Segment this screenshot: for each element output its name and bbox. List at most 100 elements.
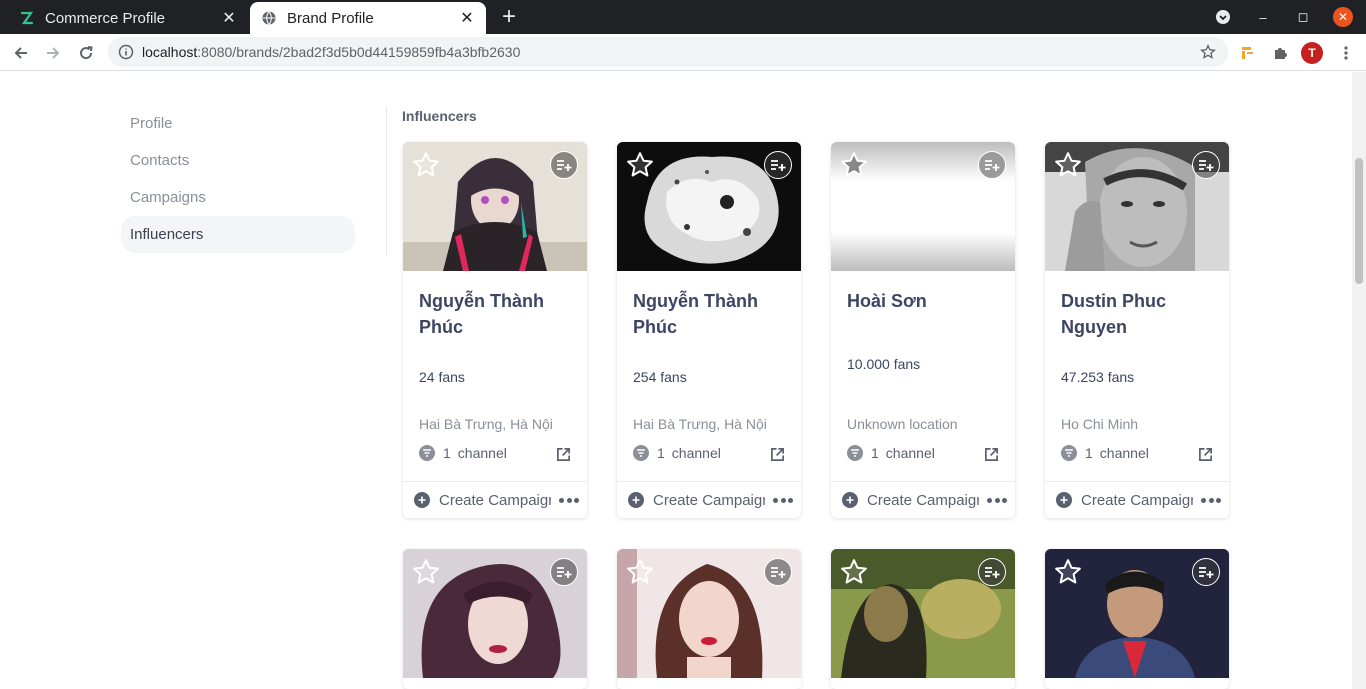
add-to-list-icon[interactable] xyxy=(978,151,1006,179)
url-path: :8080/brands/2bad2f3d5b0d44159859fb4a3bf… xyxy=(197,44,521,60)
favorite-star-icon[interactable] xyxy=(625,150,655,180)
create-campaign-button[interactable]: Create Campaign xyxy=(867,492,979,509)
address-bar[interactable]: localhost:8080/brands/2bad2f3d5b0d441598… xyxy=(108,37,1228,67)
profile-sidebar: Profile Contacts Campaigns Influencers xyxy=(121,105,355,253)
influencer-photo[interactable] xyxy=(617,142,801,271)
influencer-photo[interactable] xyxy=(1045,549,1229,678)
influencer-card[interactable] xyxy=(831,549,1015,689)
favorite-star-icon[interactable] xyxy=(411,557,441,587)
add-to-list-icon[interactable] xyxy=(1192,151,1220,179)
channel-count: 1 xyxy=(657,445,665,461)
influencer-photo[interactable] xyxy=(831,142,1015,271)
create-campaign-button[interactable]: Create Campaign xyxy=(653,492,765,509)
external-link-icon[interactable] xyxy=(770,447,785,462)
tab-search-icon[interactable] xyxy=(1211,6,1235,28)
channel-label: channel xyxy=(885,445,935,461)
tab-title: Brand Profile xyxy=(287,9,374,27)
plus-circle-icon[interactable] xyxy=(1056,492,1072,508)
card-footer: Create Campaign xyxy=(1045,481,1229,518)
close-icon[interactable]: ✕ xyxy=(220,9,238,27)
reload-icon[interactable] xyxy=(73,40,99,66)
channel-label: channel xyxy=(1099,445,1149,461)
external-link-icon[interactable] xyxy=(1198,447,1213,462)
card-footer: Create Campaign xyxy=(617,481,801,518)
minimize-icon[interactable]: – xyxy=(1251,6,1275,28)
sidebar-divider xyxy=(386,106,387,256)
more-options-icon[interactable] xyxy=(987,493,1007,507)
plus-circle-icon[interactable] xyxy=(628,492,644,508)
sidebar-item-contacts[interactable]: Contacts xyxy=(121,142,355,179)
more-options-icon[interactable] xyxy=(559,493,579,507)
sidebar-item-influencers[interactable]: Influencers xyxy=(121,216,355,253)
influencer-photo[interactable] xyxy=(617,549,801,678)
sidebar-item-profile[interactable]: Profile xyxy=(121,105,355,142)
forward-icon[interactable] xyxy=(40,40,66,66)
url-host: localhost xyxy=(142,44,198,60)
influencer-name[interactable]: Hoài Sơn xyxy=(847,288,1007,314)
favorite-star-icon[interactable] xyxy=(625,557,655,587)
add-to-list-icon[interactable] xyxy=(764,151,792,179)
favorite-star-icon[interactable] xyxy=(1053,557,1083,587)
favorite-star-icon[interactable] xyxy=(411,150,441,180)
page-content: Profile Contacts Campaigns Influencers I… xyxy=(0,72,1366,689)
favorite-star-icon[interactable] xyxy=(839,557,869,587)
site-info-icon[interactable] xyxy=(118,44,134,60)
channel-icon xyxy=(633,445,649,461)
influencer-card[interactable]: Nguyễn Thành Phúc 254 fans Hai Bà Trưng,… xyxy=(617,142,801,518)
browser-menu-icon[interactable] xyxy=(1334,41,1358,65)
bookmark-star-icon[interactable] xyxy=(1200,44,1216,60)
add-to-list-icon[interactable] xyxy=(978,558,1006,586)
window-close-icon[interactable]: ✕ xyxy=(1333,7,1353,27)
location: Ho Chi Minh xyxy=(1061,416,1139,432)
channel-icon xyxy=(1061,445,1077,461)
influencer-photo[interactable] xyxy=(403,549,587,678)
fan-count: 10.000 fans xyxy=(847,356,921,372)
extension-bookmark-icon[interactable] xyxy=(1236,41,1260,65)
channel-count: 1 xyxy=(1085,445,1093,461)
profile-avatar-button[interactable]: T xyxy=(1300,41,1324,65)
extensions-puzzle-icon[interactable] xyxy=(1268,41,1292,65)
add-to-list-icon[interactable] xyxy=(550,151,578,179)
close-icon[interactable]: ✕ xyxy=(458,9,476,27)
favorite-star-icon[interactable] xyxy=(839,150,869,180)
channel-count: 1 xyxy=(871,445,879,461)
influencer-name[interactable]: Dustin Phuc Nguyen xyxy=(1061,288,1221,340)
more-options-icon[interactable] xyxy=(1201,493,1221,507)
channel-info: 1 channel xyxy=(847,445,935,461)
influencer-photo[interactable] xyxy=(1045,142,1229,271)
back-icon[interactable] xyxy=(8,40,34,66)
plus-circle-icon[interactable] xyxy=(842,492,858,508)
maximize-icon[interactable]: ◻ xyxy=(1291,6,1315,28)
create-campaign-button[interactable]: Create Campaign xyxy=(1081,492,1193,509)
card-footer: Create Campaign xyxy=(403,481,587,518)
scrollbar-thumb[interactable] xyxy=(1355,158,1363,284)
add-to-list-icon[interactable] xyxy=(550,558,578,586)
tab-brand-profile[interactable]: Brand Profile ✕ xyxy=(250,2,486,34)
plus-circle-icon[interactable] xyxy=(414,492,430,508)
create-campaign-button[interactable]: Create Campaign xyxy=(439,492,551,509)
external-link-icon[interactable] xyxy=(984,447,999,462)
influencer-name[interactable]: Nguyễn Thành Phúc xyxy=(419,288,579,340)
influencer-card[interactable] xyxy=(617,549,801,689)
influencer-card[interactable] xyxy=(1045,549,1229,689)
channel-info: 1 channel xyxy=(419,445,507,461)
more-options-icon[interactable] xyxy=(773,493,793,507)
add-to-list-icon[interactable] xyxy=(764,558,792,586)
add-to-list-icon[interactable] xyxy=(1192,558,1220,586)
influencer-card[interactable]: Hoài Sơn 10.000 fans Unknown location 1 … xyxy=(831,142,1015,518)
section-title: Influencers xyxy=(402,108,477,124)
new-tab-button[interactable]: + xyxy=(496,5,522,31)
favorite-star-icon[interactable] xyxy=(1053,150,1083,180)
tab-title: Commerce Profile xyxy=(45,9,166,27)
influencer-photo[interactable] xyxy=(403,142,587,271)
influencer-card[interactable] xyxy=(403,549,587,689)
app-favicon-icon xyxy=(18,9,36,27)
influencer-card[interactable]: Dustin Phuc Nguyen 47.253 fans Ho Chi Mi… xyxy=(1045,142,1229,518)
page-scrollbar[interactable] xyxy=(1352,72,1366,689)
influencer-card[interactable]: Nguyễn Thành Phúc 24 fans Hai Bà Trưng, … xyxy=(403,142,587,518)
influencer-photo[interactable] xyxy=(831,549,1015,678)
tab-commerce-profile[interactable]: Commerce Profile ✕ xyxy=(8,2,248,34)
external-link-icon[interactable] xyxy=(556,447,571,462)
influencer-name[interactable]: Nguyễn Thành Phúc xyxy=(633,288,793,340)
sidebar-item-campaigns[interactable]: Campaigns xyxy=(121,179,355,216)
